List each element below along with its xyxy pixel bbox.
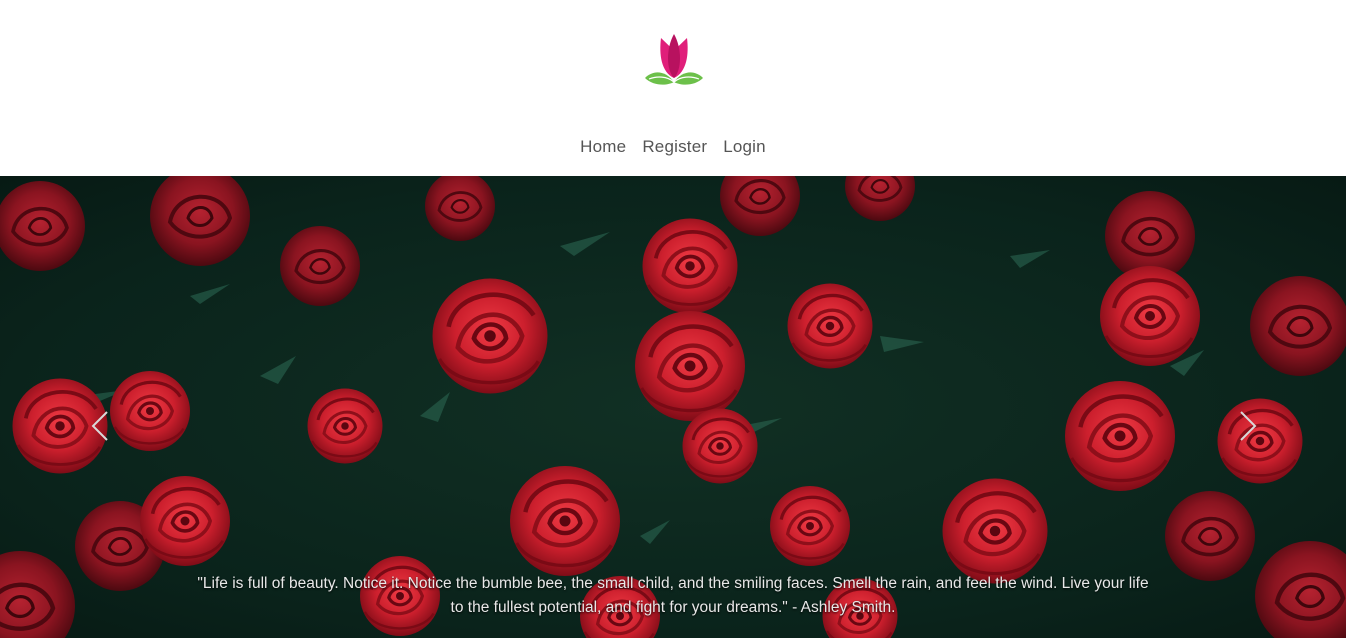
chevron-left-icon[interactable] [89, 410, 113, 442]
nav-login-link[interactable]: Login [723, 136, 766, 158]
carousel-caption: "Life is full of beauty. Notice it. Noti… [197, 575, 1149, 616]
nav-register-link[interactable]: Register [642, 136, 707, 158]
hero-carousel: "Life is full of beauty. Notice it. Noti… [0, 176, 1346, 638]
main-nav: Home Register Login [0, 136, 1346, 158]
nav-home-link[interactable]: Home [580, 136, 626, 158]
lotus-logo-icon[interactable] [643, 32, 705, 88]
roses-background-image [0, 176, 1346, 638]
site-header: Home Register Login [0, 0, 1346, 176]
chevron-right-icon[interactable] [1235, 410, 1259, 442]
